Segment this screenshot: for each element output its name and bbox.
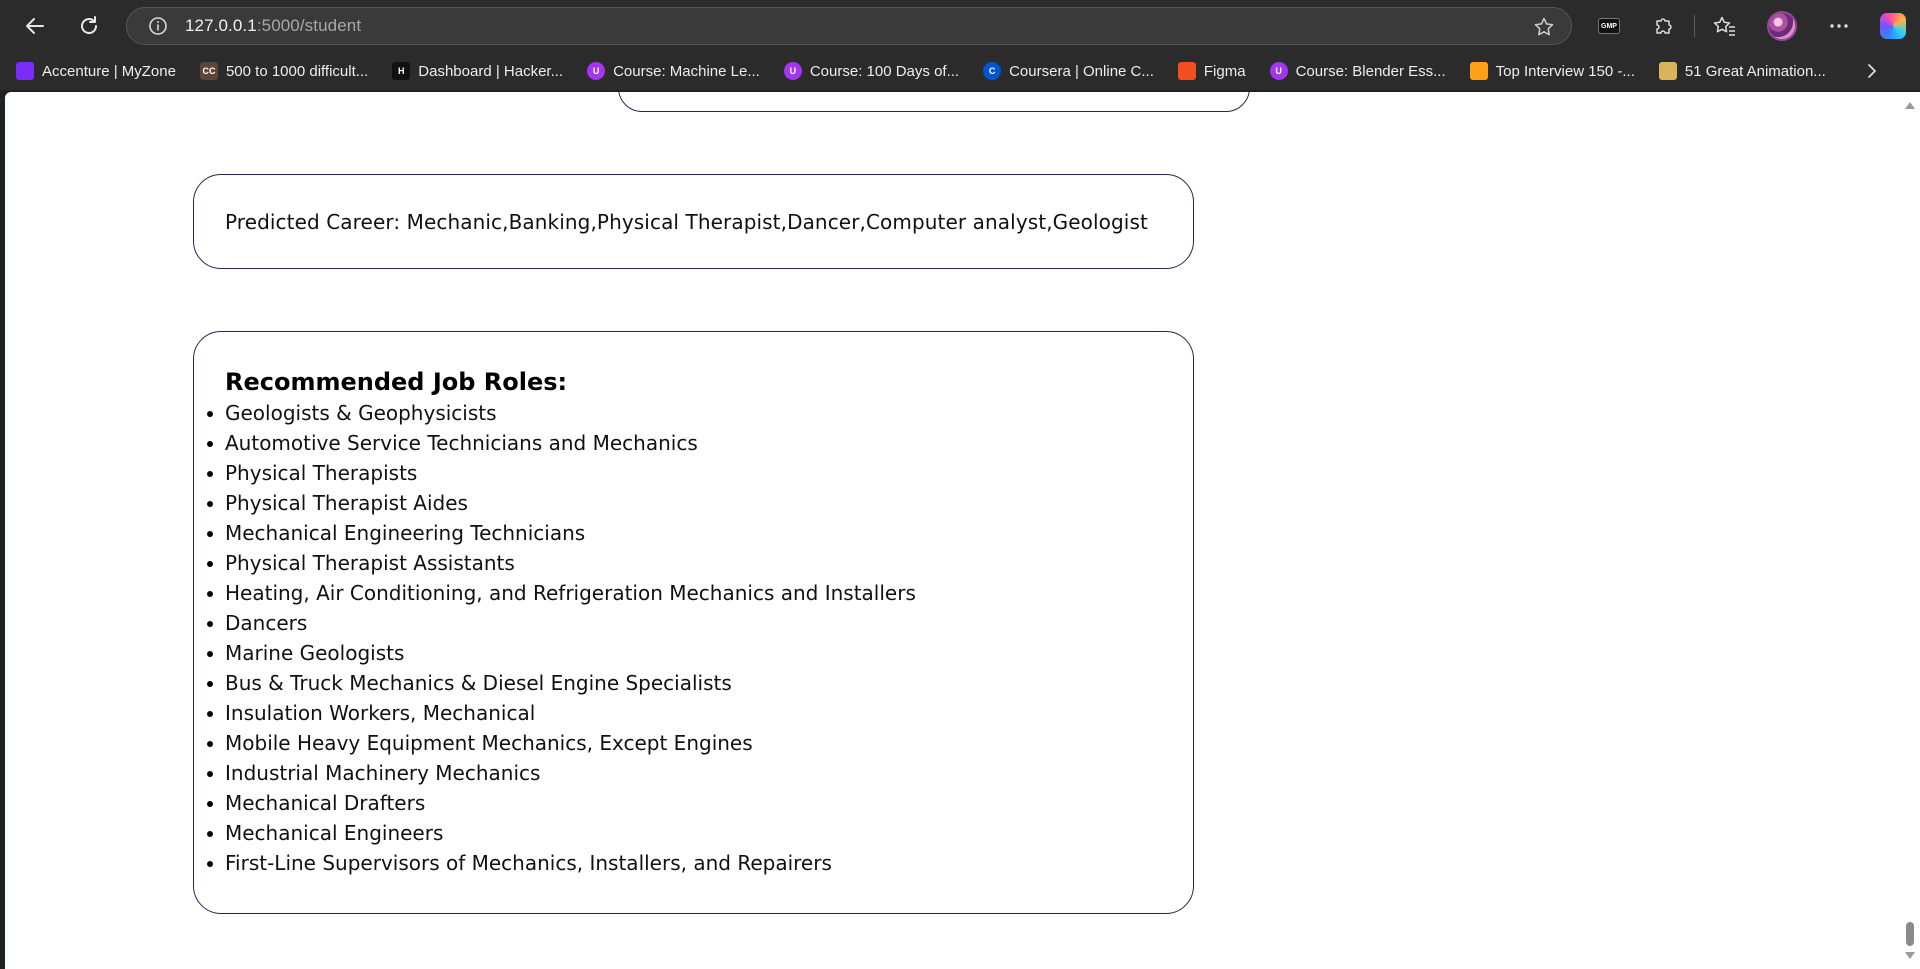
bookmark-item[interactable]: U Course: 100 Days of... (780, 56, 963, 86)
job-role-item: Geologists & Geophysicists (207, 398, 1193, 428)
bookmark-label: 51 Great Animation... (1684, 62, 1826, 80)
leetcode-icon (1469, 62, 1488, 80)
coursera-icon: C (983, 62, 1002, 80)
job-roles-list: Geologists & Geophysicists Automotive Ser… (207, 398, 1193, 878)
more-horizontal-icon (1830, 24, 1848, 28)
job-role-item: Physical Therapist Assistants (207, 548, 1193, 578)
reload-button[interactable] (72, 9, 106, 43)
bookmark-label: Course: Machine Le... (613, 62, 760, 80)
bookmark-label: Coursera | Online C... (1009, 62, 1154, 80)
job-role-item: Bus & Truck Mechanics & Diesel Engine Sp… (207, 668, 1193, 698)
udemy-icon: U (1269, 62, 1288, 80)
bookmark-label: Course: Blender Ess... (1295, 62, 1446, 80)
scrollbar-thumb[interactable] (1906, 922, 1914, 946)
codechef-icon: CC (199, 62, 218, 80)
bookmark-item[interactable]: U Course: Machine Le... (583, 56, 764, 86)
job-role-item: Mobile Heavy Equipment Mechanics, Except… (207, 728, 1193, 758)
predicted-career-card: Predicted Career: Mechanic,Banking,Physi… (193, 174, 1194, 269)
bookmark-item[interactable]: CC 500 to 1000 difficult... (196, 56, 372, 86)
job-role-item: First-Line Supervisors of Mechanics, Ins… (207, 848, 1193, 878)
bookmark-star-icon[interactable] (1533, 16, 1555, 38)
job-role-item: Physical Therapists (207, 458, 1193, 488)
reload-icon (81, 16, 97, 34)
scroll-down-arrow-icon[interactable] (1905, 952, 1915, 959)
bookmark-item[interactable]: H Dashboard | Hacker... (388, 56, 567, 86)
copilot-button[interactable] (1878, 11, 1908, 41)
job-role-item: Mechanical Engineers (207, 818, 1193, 848)
browser-toolbar: 127.0.0.1:5000/student GMP (0, 0, 1920, 52)
recommended-jobs-heading: Recommended Job Roles: (225, 368, 568, 396)
bookmark-item[interactable]: U Course: Blender Ess... (1266, 56, 1450, 86)
bookmark-label: Top Interview 150 -... (1495, 62, 1635, 80)
back-arrow-icon (26, 18, 44, 34)
figma-icon (1177, 62, 1196, 80)
url-path: :5000/student (256, 16, 362, 35)
copilot-icon (1880, 13, 1906, 39)
address-bar[interactable]: 127.0.0.1:5000/student (126, 7, 1572, 45)
url-host: 127.0.0.1 (185, 16, 257, 35)
job-role-item: Industrial Machinery Mechanics (207, 758, 1193, 788)
url-text[interactable]: 127.0.0.1:5000/student (185, 16, 361, 36)
toolbar-divider (1694, 15, 1695, 37)
student-results-page: Predicted Career: Mechanic,Banking,Physi… (5, 92, 1900, 969)
bookmark-item[interactable]: Top Interview 150 -... (1466, 56, 1639, 86)
predicted-career-text: Predicted Career: Mechanic,Banking,Physi… (225, 209, 1148, 234)
udemy-icon: U (587, 62, 606, 80)
job-role-item: Mechanical Engineering Technicians (207, 518, 1193, 548)
job-role-item: Mechanical Drafters (207, 788, 1193, 818)
bookmark-label: Figma (1203, 62, 1246, 80)
job-role-item: Physical Therapist Aides (207, 488, 1193, 518)
job-role-item: Automotive Service Technicians and Mecha… (207, 428, 1193, 458)
more-options-button[interactable] (1824, 11, 1854, 41)
bookmark-item[interactable]: 51 Great Animation... (1655, 56, 1830, 86)
job-role-item: Marine Geologists (207, 638, 1193, 668)
page-viewport: Predicted Career: Mechanic,Banking,Physi… (5, 92, 1920, 969)
recommended-jobs-card: Recommended Job Roles: Geologists & Geop… (193, 331, 1194, 914)
bookmarks-bar: Accenture | MyZone CC 500 to 1000 difficul… (0, 52, 1920, 90)
puzzle-icon (1656, 18, 1672, 34)
job-role-item: Dancers (207, 608, 1193, 638)
favorites-star-icon (1713, 16, 1735, 36)
udemy-icon: U (783, 62, 802, 80)
hackerrank-icon: H (392, 62, 411, 80)
avatar (1767, 11, 1797, 41)
accenture-icon (16, 62, 34, 80)
gmp-extension-icon: GMP (1598, 18, 1620, 34)
profile-button[interactable] (1767, 11, 1797, 41)
previous-card (618, 92, 1250, 112)
bookmark-label: Accenture | MyZone (42, 62, 176, 80)
bookmark-item[interactable]: C Coursera | Online C... (979, 56, 1158, 86)
gmp-extension-button[interactable]: GMP (1594, 11, 1624, 41)
bookmark-label: 500 to 1000 difficult... (225, 62, 369, 80)
vertical-scrollbar[interactable] (1900, 92, 1920, 969)
extensions-button[interactable] (1648, 11, 1678, 41)
job-role-item: Heating, Air Conditioning, and Refrigera… (207, 578, 1193, 608)
favorites-button[interactable] (1710, 11, 1740, 41)
bookmark-label: Dashboard | Hacker... (418, 62, 564, 80)
island-icon (1658, 62, 1677, 80)
back-button[interactable] (18, 9, 52, 43)
job-role-item: Insulation Workers, Mechanical (207, 698, 1193, 728)
bookmark-item[interactable]: Accenture | MyZone (12, 56, 180, 86)
bookmark-label: Course: 100 Days of... (809, 62, 960, 80)
bookmark-item[interactable]: Figma (1174, 56, 1250, 86)
bookmarks-overflow-chevron-icon[interactable] (1860, 59, 1884, 83)
site-info-icon[interactable] (147, 15, 169, 37)
scroll-up-arrow-icon[interactable] (1905, 102, 1915, 109)
